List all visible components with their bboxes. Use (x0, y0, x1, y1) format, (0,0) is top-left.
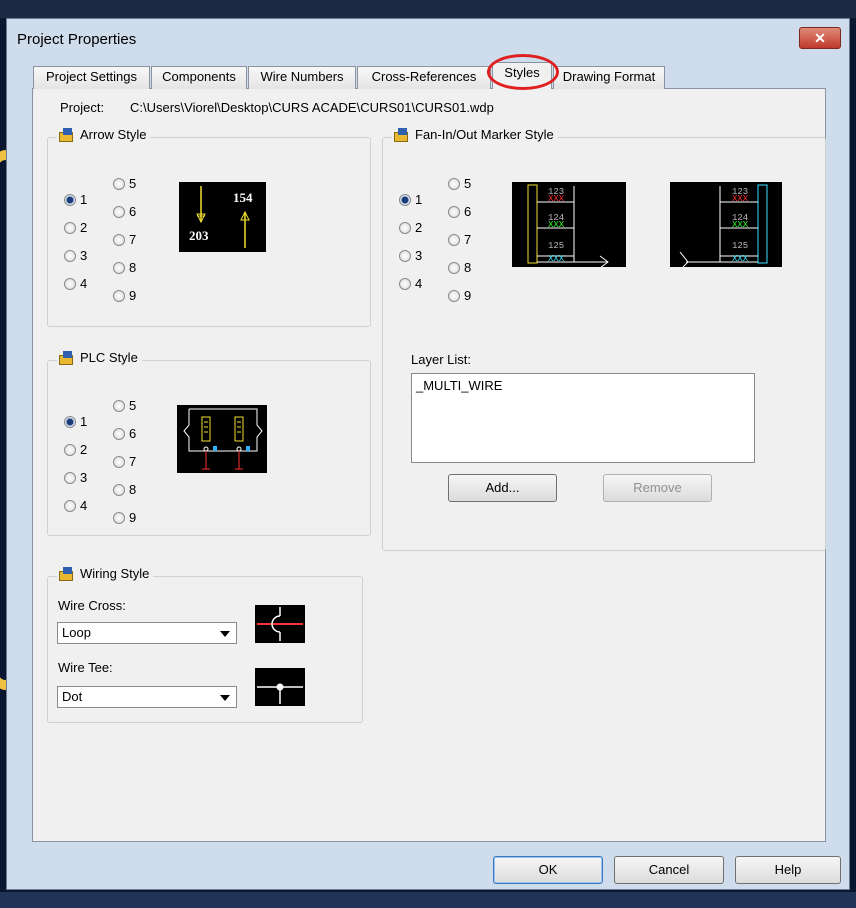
fan-radio-9[interactable]: 9 (448, 288, 471, 303)
fan-radio-6[interactable]: 6 (448, 204, 471, 219)
help-button[interactable]: Help (735, 856, 841, 884)
tab-project-settings[interactable]: Project Settings (33, 66, 150, 89)
tab-cross-references[interactable]: Cross-References (357, 66, 491, 89)
fan-radio-5[interactable]: 5 (448, 176, 471, 191)
plc-radio-4[interactable]: 4 (64, 498, 87, 513)
svg-text:125: 125 (548, 241, 564, 251)
fan-radio-1[interactable]: 1 (399, 192, 422, 207)
plc-radio-5[interactable]: 5 (113, 398, 136, 413)
fan-marker-style-header: Fan-In/Out Marker Style (392, 127, 558, 142)
plc-radio-6[interactable]: 6 (113, 426, 136, 441)
plc-radio-7[interactable]: 7 (113, 454, 136, 469)
arrow-radio-9[interactable]: 9 (113, 288, 136, 303)
wire-tee-select[interactable]: Dot (57, 686, 237, 708)
fan-marker-style-title: Fan-In/Out Marker Style (415, 127, 554, 142)
svg-text:XXX: XXX (732, 254, 749, 264)
arrow-preview-label-203: 203 (189, 228, 209, 243)
wire-tee-preview (255, 668, 305, 706)
wire-cross-preview (255, 605, 305, 643)
close-button[interactable]: ✕ (799, 27, 841, 49)
svg-text:XXX: XXX (732, 220, 749, 230)
plc-style-preview (177, 405, 267, 473)
wire-cross-select[interactable]: Loop (57, 622, 237, 644)
wire-cross-label: Wire Cross: (58, 598, 126, 613)
plc-radio-9[interactable]: 9 (113, 510, 136, 525)
fan-radio-2[interactable]: 2 (399, 220, 422, 235)
tab-components[interactable]: Components (151, 66, 247, 89)
background-statusbar (0, 892, 856, 908)
fan-radio-4[interactable]: 4 (399, 276, 422, 291)
layer-list-item[interactable]: _MULTI_WIRE (416, 378, 750, 393)
wiring-style-header: Wiring Style (57, 566, 154, 581)
add-layer-button[interactable]: Add... (448, 474, 557, 502)
arrow-radio-5[interactable]: 5 (113, 176, 136, 191)
arrow-radio-3[interactable]: 3 (64, 248, 87, 263)
arrow-radio-1[interactable]: 1 (64, 192, 87, 207)
plc-radio-3[interactable]: 3 (64, 470, 87, 485)
layer-list-box[interactable]: _MULTI_WIRE (411, 373, 755, 463)
ok-button[interactable]: OK (493, 856, 603, 884)
chevron-down-icon (220, 695, 230, 701)
arrow-radio-4[interactable]: 4 (64, 276, 87, 291)
remove-layer-button[interactable]: Remove (603, 474, 712, 502)
plc-radio-1[interactable]: 1 (64, 414, 87, 429)
style-group-icon (59, 566, 75, 581)
highlight-circle (487, 54, 559, 90)
arrow-radio-8[interactable]: 8 (113, 260, 136, 275)
svg-text:XXX: XXX (548, 254, 565, 264)
chevron-down-icon (220, 631, 230, 637)
arrow-radio-6[interactable]: 6 (113, 204, 136, 219)
svg-text:XXX: XXX (548, 220, 565, 230)
arrow-style-header: Arrow Style (57, 127, 151, 142)
arrow-style-preview: 154 203 (179, 182, 266, 252)
plc-style-title: PLC Style (80, 350, 138, 365)
wiring-style-title: Wiring Style (80, 566, 150, 581)
tab-drawing-format[interactable]: Drawing Format (553, 66, 665, 89)
svg-text:125: 125 (732, 241, 748, 251)
style-group-icon (59, 127, 75, 142)
svg-text:XXX: XXX (732, 194, 749, 204)
tab-wire-numbers[interactable]: Wire Numbers (248, 66, 356, 89)
arrow-style-title: Arrow Style (80, 127, 147, 142)
arrow-radio-7[interactable]: 7 (113, 232, 136, 247)
project-path: C:\Users\Viorel\Desktop\CURS ACADE\CURS0… (130, 100, 494, 115)
cancel-button[interactable]: Cancel (614, 856, 724, 884)
dialog-title: Project Properties (17, 31, 137, 48)
wire-tee-label: Wire Tee: (58, 660, 113, 675)
plc-radio-2[interactable]: 2 (64, 442, 87, 457)
project-label: Project: (60, 100, 105, 115)
fan-marker-preview-1: 123 XXX 124 XXX 125 XXX (512, 182, 626, 269)
svg-text:XXX: XXX (548, 194, 565, 204)
arrow-preview-label-154: 154 (233, 190, 253, 205)
plc-style-header: PLC Style (57, 350, 142, 365)
fan-radio-8[interactable]: 8 (448, 260, 471, 275)
fan-marker-preview-2: 123 XXX 124 XXX 125 XXX (670, 182, 782, 271)
fan-radio-3[interactable]: 3 (399, 248, 422, 263)
background-taskbar (0, 0, 856, 18)
arrow-radio-2[interactable]: 2 (64, 220, 87, 235)
layer-list-label: Layer List: (411, 352, 471, 367)
fan-radio-7[interactable]: 7 (448, 232, 471, 247)
style-group-icon (59, 350, 75, 365)
style-group-icon (394, 127, 410, 142)
plc-radio-8[interactable]: 8 (113, 482, 136, 497)
